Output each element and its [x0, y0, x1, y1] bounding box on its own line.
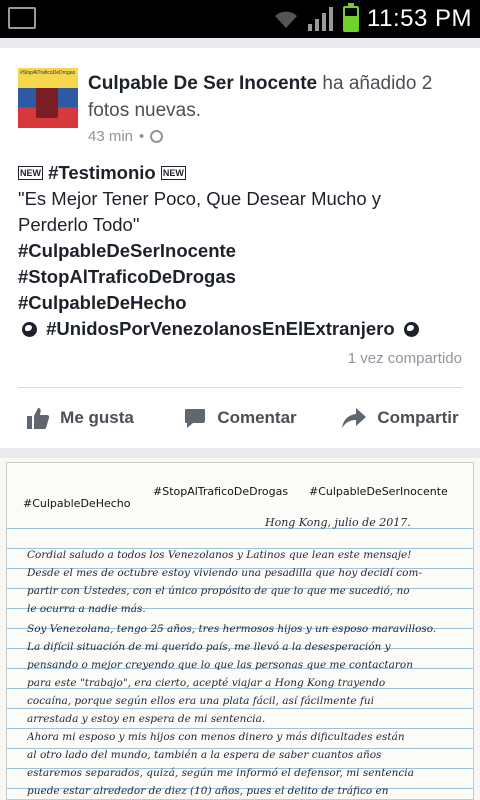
letter-line: Desde el mes de octubre estoy viviendo u… [27, 567, 422, 579]
image-notification-icon [8, 7, 36, 29]
status-bar: 11:53 PM [0, 0, 480, 38]
thumbs-up-icon [27, 408, 50, 429]
letter-line: puede estar alrededor de diez (10) años,… [27, 785, 389, 797]
clock: 11:53 PM [367, 5, 472, 32]
hashtag-unidos-line: #UnidosPorVenezolanosEnElExtranjero [18, 316, 468, 342]
earth-globe-icon [22, 322, 37, 337]
post-photo[interactable]: #CulpableDeHecho #StopAlTraficoDeDrogas … [0, 458, 480, 800]
quote-line-2: Perderlo Todo" [18, 214, 140, 235]
letter-line: Ahora mi esposo y mis hijos con menos di… [27, 731, 405, 743]
letter-line: le ocurra a nadie más. [27, 603, 146, 615]
new-badge-icon: NEW [18, 166, 43, 180]
letter-line: Soy Venezolana, tengo 25 años, tres herm… [27, 623, 437, 635]
action-bar: Me gusta Comentar Compartir [0, 398, 480, 438]
share-count[interactable]: 1 vez compartido [348, 350, 462, 367]
post-time[interactable]: 43 min [88, 128, 133, 145]
letter-line: partir con Ustedes, con el único propósi… [27, 585, 410, 597]
new-badge-icon: NEW [160, 166, 186, 180]
share-label: Compartir [377, 408, 459, 427]
status-icons: 11:53 PM [273, 3, 472, 34]
quote-line-1: "Es Mejor Tener Poco, Que Desear Mucho y [18, 188, 382, 209]
hashtag-testimonio[interactable]: #Testimonio [48, 162, 156, 183]
hashtag-unidos-por-venezolanos[interactable]: #UnidosPorVenezolanosEnElExtranjero [46, 318, 395, 339]
like-label: Me gusta [60, 408, 134, 427]
comment-label: Comentar [217, 408, 297, 427]
comment-icon [185, 409, 206, 428]
letter-tag-center: #StopAlTraficoDeDrogas [153, 485, 289, 498]
letter-line: Cordial saludo a todos los Venezolanos y… [27, 549, 412, 561]
testimonio-line: NEW #Testimonio NEW [18, 160, 468, 186]
letter-line: al otro lado del mundo, también a la esp… [27, 749, 382, 761]
avatar[interactable]: #StopAlTraficoDeDrogas [18, 68, 78, 128]
hashtag-culpable-de-ser-inocente[interactable]: #CulpableDeSerInocente [18, 238, 468, 264]
letter-line: La difícil situación de mi querido país,… [27, 641, 391, 653]
globe-icon [150, 130, 164, 143]
letter-tag-left: #CulpableDeHecho [23, 497, 131, 510]
divider [18, 387, 462, 388]
comment-button[interactable]: Comentar [160, 398, 320, 438]
author-name[interactable]: Culpable De Ser Inocente [88, 73, 317, 94]
hashtag-culpable-de-hecho[interactable]: #CulpableDeHecho [18, 290, 468, 316]
share-button[interactable]: Compartir [320, 398, 480, 438]
avatar-caption: #StopAlTraficoDeDrogas [20, 70, 76, 76]
letter-tag-right: #CulpableDeSerInocente [309, 485, 448, 498]
post-meta: 43 min • [88, 128, 164, 145]
handwritten-letter: #CulpableDeHecho #StopAlTraficoDeDrogas … [6, 462, 474, 800]
share-arrow-icon [342, 408, 367, 428]
letter-date: Hong Kong, julio de 2017. [265, 516, 411, 529]
earth-globe-icon [403, 322, 419, 337]
hashtag-stop-al-trafico[interactable]: #StopAlTraficoDeDrogas [18, 264, 468, 290]
post-card: #StopAlTraficoDeDrogas Culpable De Ser I… [0, 48, 480, 448]
post-header: Culpable De Ser Inocente ha añadido 2 fo… [88, 70, 468, 124]
passport-image [36, 88, 58, 118]
letter-line: arrestada y estoy en espera de mi senten… [27, 713, 266, 725]
signal-icon [308, 7, 334, 31]
letter-line: cocaína, porque según ellos era una plat… [27, 695, 374, 707]
post-body: NEW #Testimonio NEW "Es Mejor Tener Poco… [18, 160, 468, 342]
meta-separator: • [139, 128, 145, 145]
wifi-icon [275, 11, 298, 28]
battery-icon [343, 3, 360, 32]
letter-line: pensando o mejor creyendo que lo que las… [27, 659, 413, 671]
letter-line: estaremos separados, quizá, según me inf… [27, 767, 414, 779]
letter-line: para este "trabajo", era cierto, acepté … [27, 677, 386, 689]
like-button[interactable]: Me gusta [0, 398, 160, 438]
